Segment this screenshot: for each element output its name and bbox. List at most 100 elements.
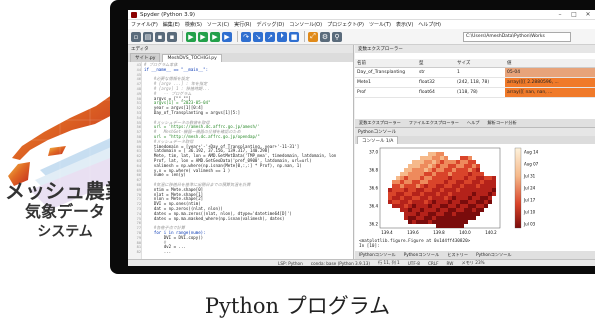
column-value[interactable]: 値	[505, 59, 595, 67]
map-mesh-cell	[472, 212, 476, 216]
code-editor[interactable]: 43 # プログラム本体 44 if __name__ == "__main__": 4…	[128, 62, 354, 259]
map-mesh-cell	[436, 176, 440, 180]
save-icon[interactable]: ▪	[155, 31, 165, 42]
menu-consoles[interactable]: コンソール(O)	[289, 21, 322, 28]
preferences-icon[interactable]: ⚙	[320, 31, 330, 42]
tab-python-console-2[interactable]: Pythonコンソール	[472, 252, 515, 258]
code-line[interactable]: dates = np.ma.masked_where(np.isnan(vali…	[144, 216, 285, 222]
map-mesh-cell	[456, 188, 460, 192]
step-into-icon[interactable]: ↘	[253, 31, 263, 42]
map-mesh-cell	[492, 176, 496, 180]
map-mesh-cell	[432, 200, 436, 204]
map-mesh-cell	[488, 200, 492, 204]
map-mesh-cell	[412, 172, 416, 176]
table-row[interactable]: Day_of_Transplanting str 1 05-04	[355, 68, 595, 78]
map-mesh-cell	[468, 204, 472, 208]
debug-icon[interactable]: ▶	[222, 31, 232, 42]
table-row[interactable]: Prof float64 (118, 78) array([[ nan, nan…	[355, 88, 595, 98]
map-mesh-cell	[416, 216, 420, 220]
map-mesh-cell	[392, 200, 396, 204]
menu-file[interactable]: ファイル(F)	[131, 21, 158, 28]
map-mesh-cell	[480, 184, 484, 188]
slide-caption: Python プログラム	[204, 294, 391, 318]
stop-debug-icon[interactable]: ■	[289, 31, 299, 42]
new-file-icon[interactable]: ▫	[131, 31, 141, 42]
tab-python-console[interactable]: Pythonコンソール	[400, 252, 443, 258]
editor-tab-active[interactable]: MeshDVS_TOCHIGI.py	[162, 54, 222, 62]
menu-source[interactable]: ソース(C)	[207, 21, 229, 28]
map-mesh-cell	[432, 164, 436, 168]
map-mesh-cell	[416, 204, 420, 208]
editor-tab[interactable]: サイト.py	[130, 53, 161, 62]
map-mesh-cell	[448, 212, 452, 216]
map-mesh-cell	[440, 192, 444, 196]
continue-icon[interactable]: ⏵	[277, 31, 287, 42]
code-line[interactable]: if __name__ == "__main__":	[144, 67, 208, 73]
maximize-button[interactable]: □	[567, 11, 581, 18]
map-mesh-cell	[448, 184, 452, 188]
map-mesh-cell	[468, 180, 472, 184]
maximize-pane-icon[interactable]: ⤢	[308, 31, 318, 42]
column-size[interactable]: サイズ	[455, 59, 505, 67]
map-mesh-cell	[404, 188, 408, 192]
python-path-icon[interactable]: ⚲	[332, 31, 342, 42]
map-mesh-cell	[444, 156, 448, 160]
map-mesh-cell	[436, 216, 440, 220]
menu-debug[interactable]: デバッグ(D)	[256, 21, 284, 28]
map-mesh-cell	[396, 180, 400, 184]
map-mesh-cell	[420, 196, 424, 200]
tab-history[interactable]: ヒストリー	[443, 252, 472, 258]
save-all-icon[interactable]: ▪	[167, 31, 177, 42]
menu-view[interactable]: 表示(V)	[396, 21, 413, 28]
menu-help[interactable]: ヘルプ(H)	[418, 21, 441, 28]
column-name[interactable]: 名前	[355, 59, 417, 67]
window-titlebar: Spyder (Python 3.9) – □ ✕	[128, 10, 595, 20]
map-mesh-cell	[428, 220, 432, 224]
step-return-icon[interactable]: ↗	[265, 31, 275, 42]
tab-file-explorer[interactable]: ファイルエクスプローラー	[405, 120, 463, 126]
map-mesh-cell	[476, 196, 480, 200]
map-mesh-cell	[400, 184, 404, 188]
map-mesh-cell	[468, 208, 472, 212]
run-cell-icon[interactable]: ▶	[198, 31, 208, 42]
map-mesh-cell	[436, 180, 440, 184]
editor-pane: エディタ サイト.py MeshDVS_TOCHIGI.py 43 # プログラム…	[128, 45, 354, 259]
map-mesh-cell	[416, 168, 420, 172]
menu-run[interactable]: 実行(R)	[234, 21, 251, 28]
step-icon[interactable]: ↷	[241, 31, 251, 42]
map-mesh-cell	[460, 224, 464, 228]
map-mesh-cell	[468, 176, 472, 180]
tab-help[interactable]: ヘルプ	[463, 120, 484, 126]
tab-variable-explorer[interactable]: 変数エクスプローラー	[355, 120, 405, 126]
map-mesh-cell	[444, 208, 448, 212]
run-icon[interactable]: ▶	[186, 31, 196, 42]
map-mesh-cell	[480, 192, 484, 196]
run-cell-advance-icon[interactable]: ▶	[210, 31, 220, 42]
colorbar-tick-label: Jul 17	[523, 198, 536, 203]
map-mesh-cell	[424, 204, 428, 208]
tab-code-analysis[interactable]: 解析コード分析	[483, 120, 520, 126]
menu-tools[interactable]: ツール(T)	[369, 21, 391, 28]
minimize-button[interactable]: –	[553, 11, 567, 18]
column-type[interactable]: 型	[417, 59, 455, 67]
menu-projects[interactable]: プロジェクト(P)	[327, 21, 364, 28]
close-button[interactable]: ✕	[581, 11, 595, 18]
colorbar-tick-label: Jul 03	[523, 222, 536, 227]
code-line[interactable]: nume = len(y)	[144, 173, 186, 178]
table-row[interactable]: Mete1 float32 (242, 118, 78) array([[[ 2…	[355, 78, 595, 88]
map-mesh-cell	[424, 192, 428, 196]
map-mesh-cell	[460, 172, 464, 176]
code-line[interactable]: Day_of_Transplanting = argvs[1][5:]	[144, 110, 240, 116]
map-plot: 37.0 36.8 36.6 36.4 36.2 139.4 139.6 139.8 140.…	[355, 144, 595, 238]
map-mesh-cell	[424, 160, 428, 164]
map-mesh-cell	[464, 168, 468, 172]
working-directory-input[interactable]: C:\Users\AmeshData\Python\Works	[463, 32, 571, 42]
menu-search[interactable]: 検索(S)	[185, 21, 202, 28]
map-mesh-cell	[488, 176, 492, 180]
open-file-icon[interactable]: ▤	[143, 31, 153, 42]
code-line[interactable]: ...	[144, 249, 171, 255]
menu-edit[interactable]: 編集(E)	[163, 21, 180, 28]
console-prompt[interactable]: In [10]:	[359, 244, 380, 249]
tab-ipython-console[interactable]: IPythonコンソール	[355, 252, 400, 258]
map-mesh-cell	[396, 176, 400, 180]
